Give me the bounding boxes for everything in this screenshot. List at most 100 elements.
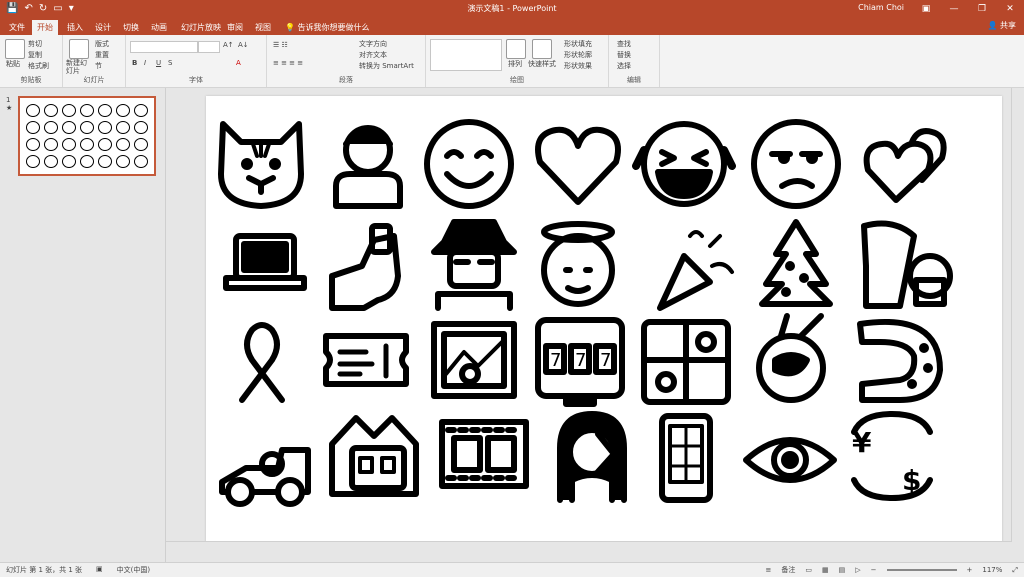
tab-review[interactable]: 审阅 [222, 20, 248, 35]
cut-button[interactable]: 剪切 [28, 39, 42, 49]
spell-check-icon[interactable]: ▣ [96, 565, 103, 575]
person-icon [333, 125, 403, 209]
replace-button[interactable]: 替换 [617, 50, 631, 60]
quick-styles-icon[interactable] [532, 39, 552, 59]
fit-slide-icon[interactable]: ⤢ [1012, 566, 1018, 575]
status-left: 幻灯片 第 1 张，共 1 张 ▣ 中文(中国) [6, 565, 150, 575]
slide-count: 幻灯片 第 1 张，共 1 张 [6, 566, 83, 574]
underline-button[interactable]: U [156, 59, 161, 67]
spy-icon [431, 219, 517, 311]
language-indicator[interactable]: 中文(中国) [117, 565, 150, 575]
slide-thumbnail[interactable] [18, 96, 156, 176]
align-text-button[interactable]: 对齐文本 [359, 50, 387, 60]
title-bar: 💾 ↶ ↻ ▭ ▾ 演示文稿1 - PowerPoint Chiam Choi … [0, 0, 1024, 18]
slides-label: 幻灯片 [83, 76, 105, 84]
tab-design[interactable]: 设计 [90, 20, 116, 35]
editing-label: 编辑 [627, 76, 641, 84]
tab-transitions[interactable]: 切换 [118, 20, 144, 35]
italic-button[interactable]: I [144, 59, 146, 67]
arrange-icon[interactable] [506, 39, 526, 59]
tab-view[interactable]: 视图 [250, 20, 276, 35]
user-name[interactable]: Chiam Choi [858, 3, 904, 12]
zoom-level[interactable]: 117% [982, 566, 1002, 574]
layout-button[interactable]: 版式 [95, 39, 109, 49]
shape-fill-button[interactable]: 形状填充 [564, 39, 592, 49]
zoom-out-icon[interactable]: − [871, 566, 877, 574]
select-button[interactable]: 选择 [617, 61, 631, 71]
bold-button[interactable]: B [132, 59, 137, 67]
framed-picture-icon [431, 321, 517, 399]
film-strip-icon [439, 419, 529, 489]
convert-smartart-button[interactable]: 转换为 SmartArt [359, 61, 414, 71]
arrange-button[interactable]: 排列 [508, 59, 522, 69]
bento-box-icon [641, 319, 731, 405]
person-icon: 👤 [987, 21, 998, 30]
vertical-scrollbar[interactable] [1011, 88, 1024, 552]
reading-view-icon[interactable]: ▤ [839, 566, 846, 574]
zoom-in-icon[interactable]: + [967, 566, 973, 574]
tab-home[interactable]: 开始 [32, 20, 58, 35]
slide-canvas[interactable]: 7 7 7 ¥ $ [206, 96, 1002, 544]
tell-me-search[interactable]: 💡 告诉我你想要做什么 [280, 20, 375, 35]
editing-group: 查找 替换 选择 编辑 [609, 35, 660, 87]
unamused-face-icon [751, 119, 841, 209]
tab-slideshow[interactable]: 幻灯片放映 [176, 20, 226, 35]
minimize-icon[interactable]: — [940, 0, 968, 18]
find-button[interactable]: 查找 [617, 39, 631, 49]
shadow-button[interactable]: S [168, 59, 172, 67]
paragraph-group: ☰ ☷ ≡ ≡ ≡ ≡ 文字方向 对齐文本 转换为 SmartArt 段落 [267, 35, 426, 87]
status-right: ≡ 备注 ▭ ▦ ▤ ▷ − + 117% ⤢ [765, 565, 1018, 575]
quick-styles-button[interactable]: 快速样式 [528, 59, 556, 69]
horizontal-scrollbar[interactable] [166, 541, 1012, 552]
normal-view-icon[interactable]: ▭ [805, 566, 812, 574]
font-label: 字体 [189, 76, 203, 84]
tab-insert[interactable]: 插入 [62, 20, 88, 35]
reset-button[interactable]: 重置 [95, 50, 109, 60]
tab-file[interactable]: 文件 [4, 20, 30, 35]
format-painter-button[interactable]: 格式刷 [28, 61, 49, 71]
notes-button[interactable]: 备注 [781, 565, 795, 575]
svg-text:$: $ [902, 464, 921, 497]
ribbon-icon [239, 322, 285, 403]
restore-icon[interactable]: ❐ [968, 0, 996, 18]
slideshow-icon[interactable]: ▷ [855, 566, 860, 574]
tab-animations[interactable]: 动画 [146, 20, 172, 35]
text-direction-button[interactable]: 文字方向 [359, 39, 387, 49]
facepalm-woman-icon [557, 411, 627, 503]
shapes-gallery[interactable] [430, 39, 502, 71]
share-button[interactable]: 👤 共享 [987, 20, 1016, 31]
bullets-icon[interactable]: ☰ ☷ [273, 41, 288, 49]
close-icon[interactable]: ✕ [996, 0, 1024, 18]
laptop-icon [223, 233, 307, 291]
status-bar: 幻灯片 第 1 张，共 1 张 ▣ 中文(中国) ≡ 备注 ▭ ▦ ▤ ▷ − … [0, 562, 1024, 577]
slides-group: 新建幻灯片 版式 重置 节 幻灯片 [63, 35, 126, 87]
font-shrink-icon[interactable]: A↓ [238, 41, 249, 49]
paragraph-label: 段落 [339, 76, 353, 84]
drawing-group: 排列 快速样式 形状填充 形状轮廓 形状效果 绘图 [426, 35, 609, 87]
new-slide-icon[interactable] [69, 39, 89, 59]
new-slide-button[interactable]: 新建幻灯片 [66, 59, 92, 75]
smiling-face-icon [424, 119, 514, 209]
shape-outline-button[interactable]: 形状轮廓 [564, 50, 592, 60]
slide-sorter-icon[interactable]: ▦ [822, 566, 829, 574]
slide-number: 1 ★ [6, 96, 13, 112]
paste-icon[interactable] [5, 39, 25, 59]
shape-effects-button[interactable]: 形状效果 [564, 61, 592, 71]
fish-cake-icon [857, 318, 943, 403]
font-size-select[interactable] [198, 41, 220, 53]
svg-text:7: 7 [550, 350, 561, 371]
font-grow-icon[interactable]: A↑ [223, 41, 234, 49]
svg-text:7: 7 [575, 350, 586, 371]
font-name-select[interactable] [130, 41, 198, 53]
zoom-slider[interactable] [886, 569, 957, 571]
font-color-icon[interactable]: A [236, 59, 241, 67]
two-hearts-icon [863, 128, 947, 203]
ribbon-display-icon[interactable]: ▣ [912, 0, 940, 18]
copy-button[interactable]: 复制 [28, 50, 42, 60]
align-icons[interactable]: ≡ ≡ ≡ ≡ [273, 59, 303, 67]
paste-button[interactable]: 粘贴 [6, 59, 20, 69]
svg-text:¥: ¥ [852, 426, 872, 459]
section-button[interactable]: 节 [95, 61, 102, 71]
clipboard-group: 粘贴 剪切 复制 格式刷 剪贴板 [0, 35, 63, 87]
party-popper-icon [657, 230, 734, 311]
